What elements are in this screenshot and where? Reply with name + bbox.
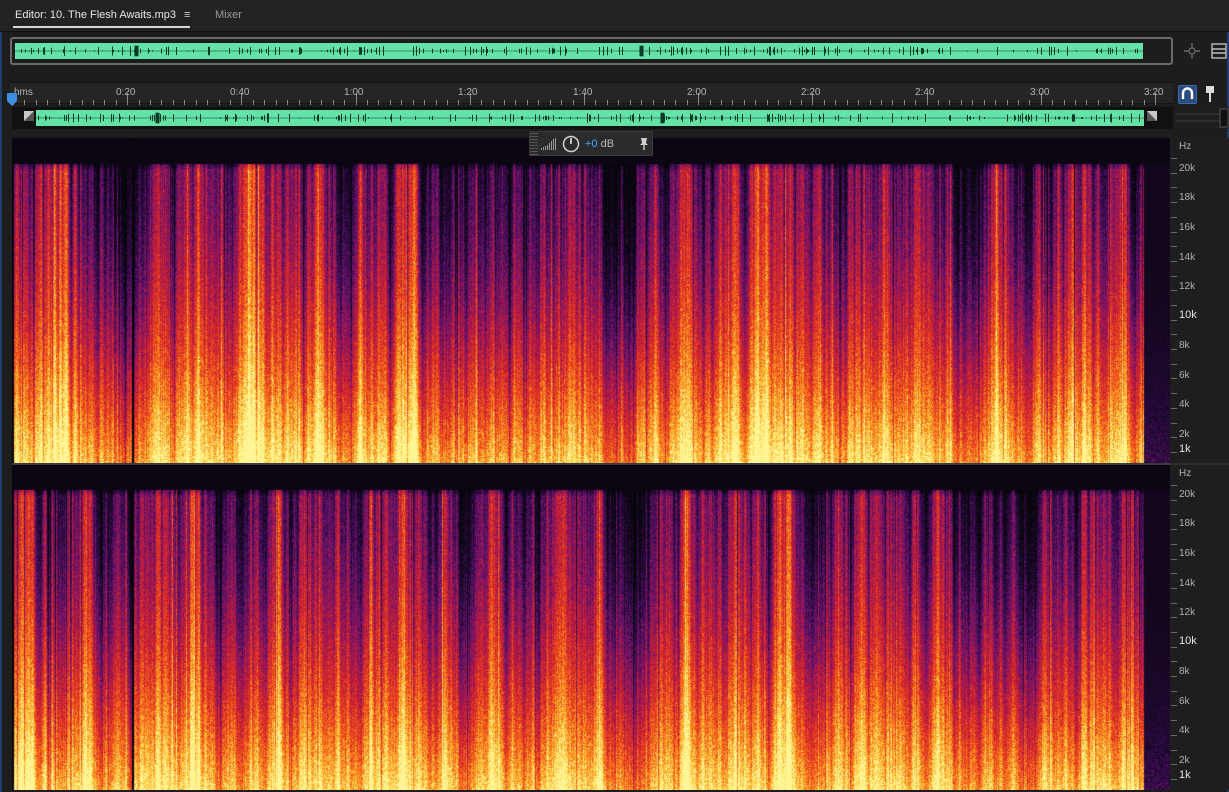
gain-readout[interactable]: +0 dB (585, 137, 614, 151)
hz-label: 1k (1179, 769, 1191, 781)
hz-label: 14k (1179, 252, 1196, 263)
frequency-scale-left[interactable]: Hz 20k 18k 16k 14k 12k 10k 8k 6k 4k 2k 1… (1170, 138, 1229, 464)
hz-label: 18k (1179, 192, 1196, 203)
hz-label: 14k (1179, 578, 1196, 589)
hz-label: 16k (1179, 222, 1196, 233)
zoom-navigator-icon[interactable] (1183, 42, 1201, 60)
hz-label: 2k (1179, 429, 1190, 440)
time-ruler[interactable]: hms 0:20 0:40 1:00 1:20 1:40 2:00 2:20 2… (10, 82, 1173, 105)
hz-label: 4k (1179, 725, 1190, 736)
scroll-lines (1175, 108, 1229, 128)
waveform-strip[interactable] (12, 107, 1173, 129)
ruler-tick-label: 2:40 (915, 87, 935, 98)
hz-label: 6k (1179, 370, 1190, 381)
overview-waveform (15, 43, 1143, 59)
gain-unit: dB (600, 138, 615, 150)
snap-button[interactable] (1178, 85, 1197, 104)
hud-grip[interactable] (530, 132, 538, 155)
pin-icon[interactable] (638, 137, 650, 151)
gain-hud[interactable]: +0 dB (529, 131, 653, 156)
spectrogram-canvas (12, 138, 1173, 464)
hz-label: 2k (1179, 755, 1190, 766)
overview-navigator[interactable] (10, 37, 1173, 65)
fade-out-handle-icon[interactable] (1147, 111, 1157, 121)
panel-menu-icon[interactable] (1211, 42, 1227, 60)
frequency-scale-right[interactable]: Hz 20k 18k 16k 14k 12k 10k 8k 6k 4k 2k 1… (1170, 465, 1229, 790)
spectrogram-channel-right[interactable] (12, 465, 1173, 790)
playhead-icon[interactable] (6, 92, 18, 108)
ruler-tick-label: 0:20 (116, 87, 136, 98)
hz-label: 10k (1179, 635, 1197, 647)
hz-label: 4k (1179, 399, 1190, 410)
hz-label: 16k (1179, 548, 1196, 559)
hz-label: 8k (1179, 340, 1190, 351)
ruler-tick-label: 2:00 (687, 87, 707, 98)
hz-label: 20k (1179, 489, 1196, 500)
fade-in-handle-icon[interactable] (24, 111, 34, 121)
hz-label: 1k (1179, 443, 1191, 455)
tab-bar: Editor: 10. The Flesh Awaits.mp3 ≡ Mixer (0, 0, 1229, 32)
level-meter-icon (541, 138, 556, 150)
tab-menu-icon[interactable]: ≡ (184, 9, 190, 21)
ruler-tick-label: 0:40 (230, 87, 250, 98)
ruler-tick-label: 3:00 (1030, 87, 1050, 98)
spectrogram-channel-left[interactable] (12, 138, 1173, 464)
ruler-tick-label: 1:00 (344, 87, 364, 98)
ruler-tick-label: 1:20 (458, 87, 478, 98)
hz-label: 10k (1179, 309, 1197, 321)
gain-value[interactable]: +0 (585, 138, 598, 150)
hz-label: 20k (1179, 163, 1196, 174)
hz-unit-label: Hz (1179, 468, 1192, 479)
hz-unit-label: Hz (1179, 141, 1192, 152)
ruler-tick-label: 3:20 (1144, 87, 1164, 98)
strip-scrollbar[interactable] (1175, 107, 1229, 129)
tab-editor[interactable]: Editor: 10. The Flesh Awaits.mp3 (12, 8, 191, 28)
spectrogram-canvas (12, 465, 1173, 790)
hz-label: 12k (1179, 281, 1196, 292)
snap-magnet-icon (1181, 87, 1194, 99)
hz-label: 18k (1179, 518, 1196, 529)
ruler-tick-label: 2:20 (801, 87, 821, 98)
ruler-tick-label: 1:40 (573, 87, 593, 98)
tab-mixer[interactable]: Mixer (215, 8, 242, 22)
hz-label: 12k (1179, 607, 1196, 618)
marker-pin-icon[interactable] (1203, 85, 1217, 103)
gain-knob-icon[interactable] (562, 135, 580, 153)
hz-label: 8k (1179, 666, 1190, 677)
hz-label: 6k (1179, 696, 1190, 707)
strip-waveform (36, 110, 1144, 126)
